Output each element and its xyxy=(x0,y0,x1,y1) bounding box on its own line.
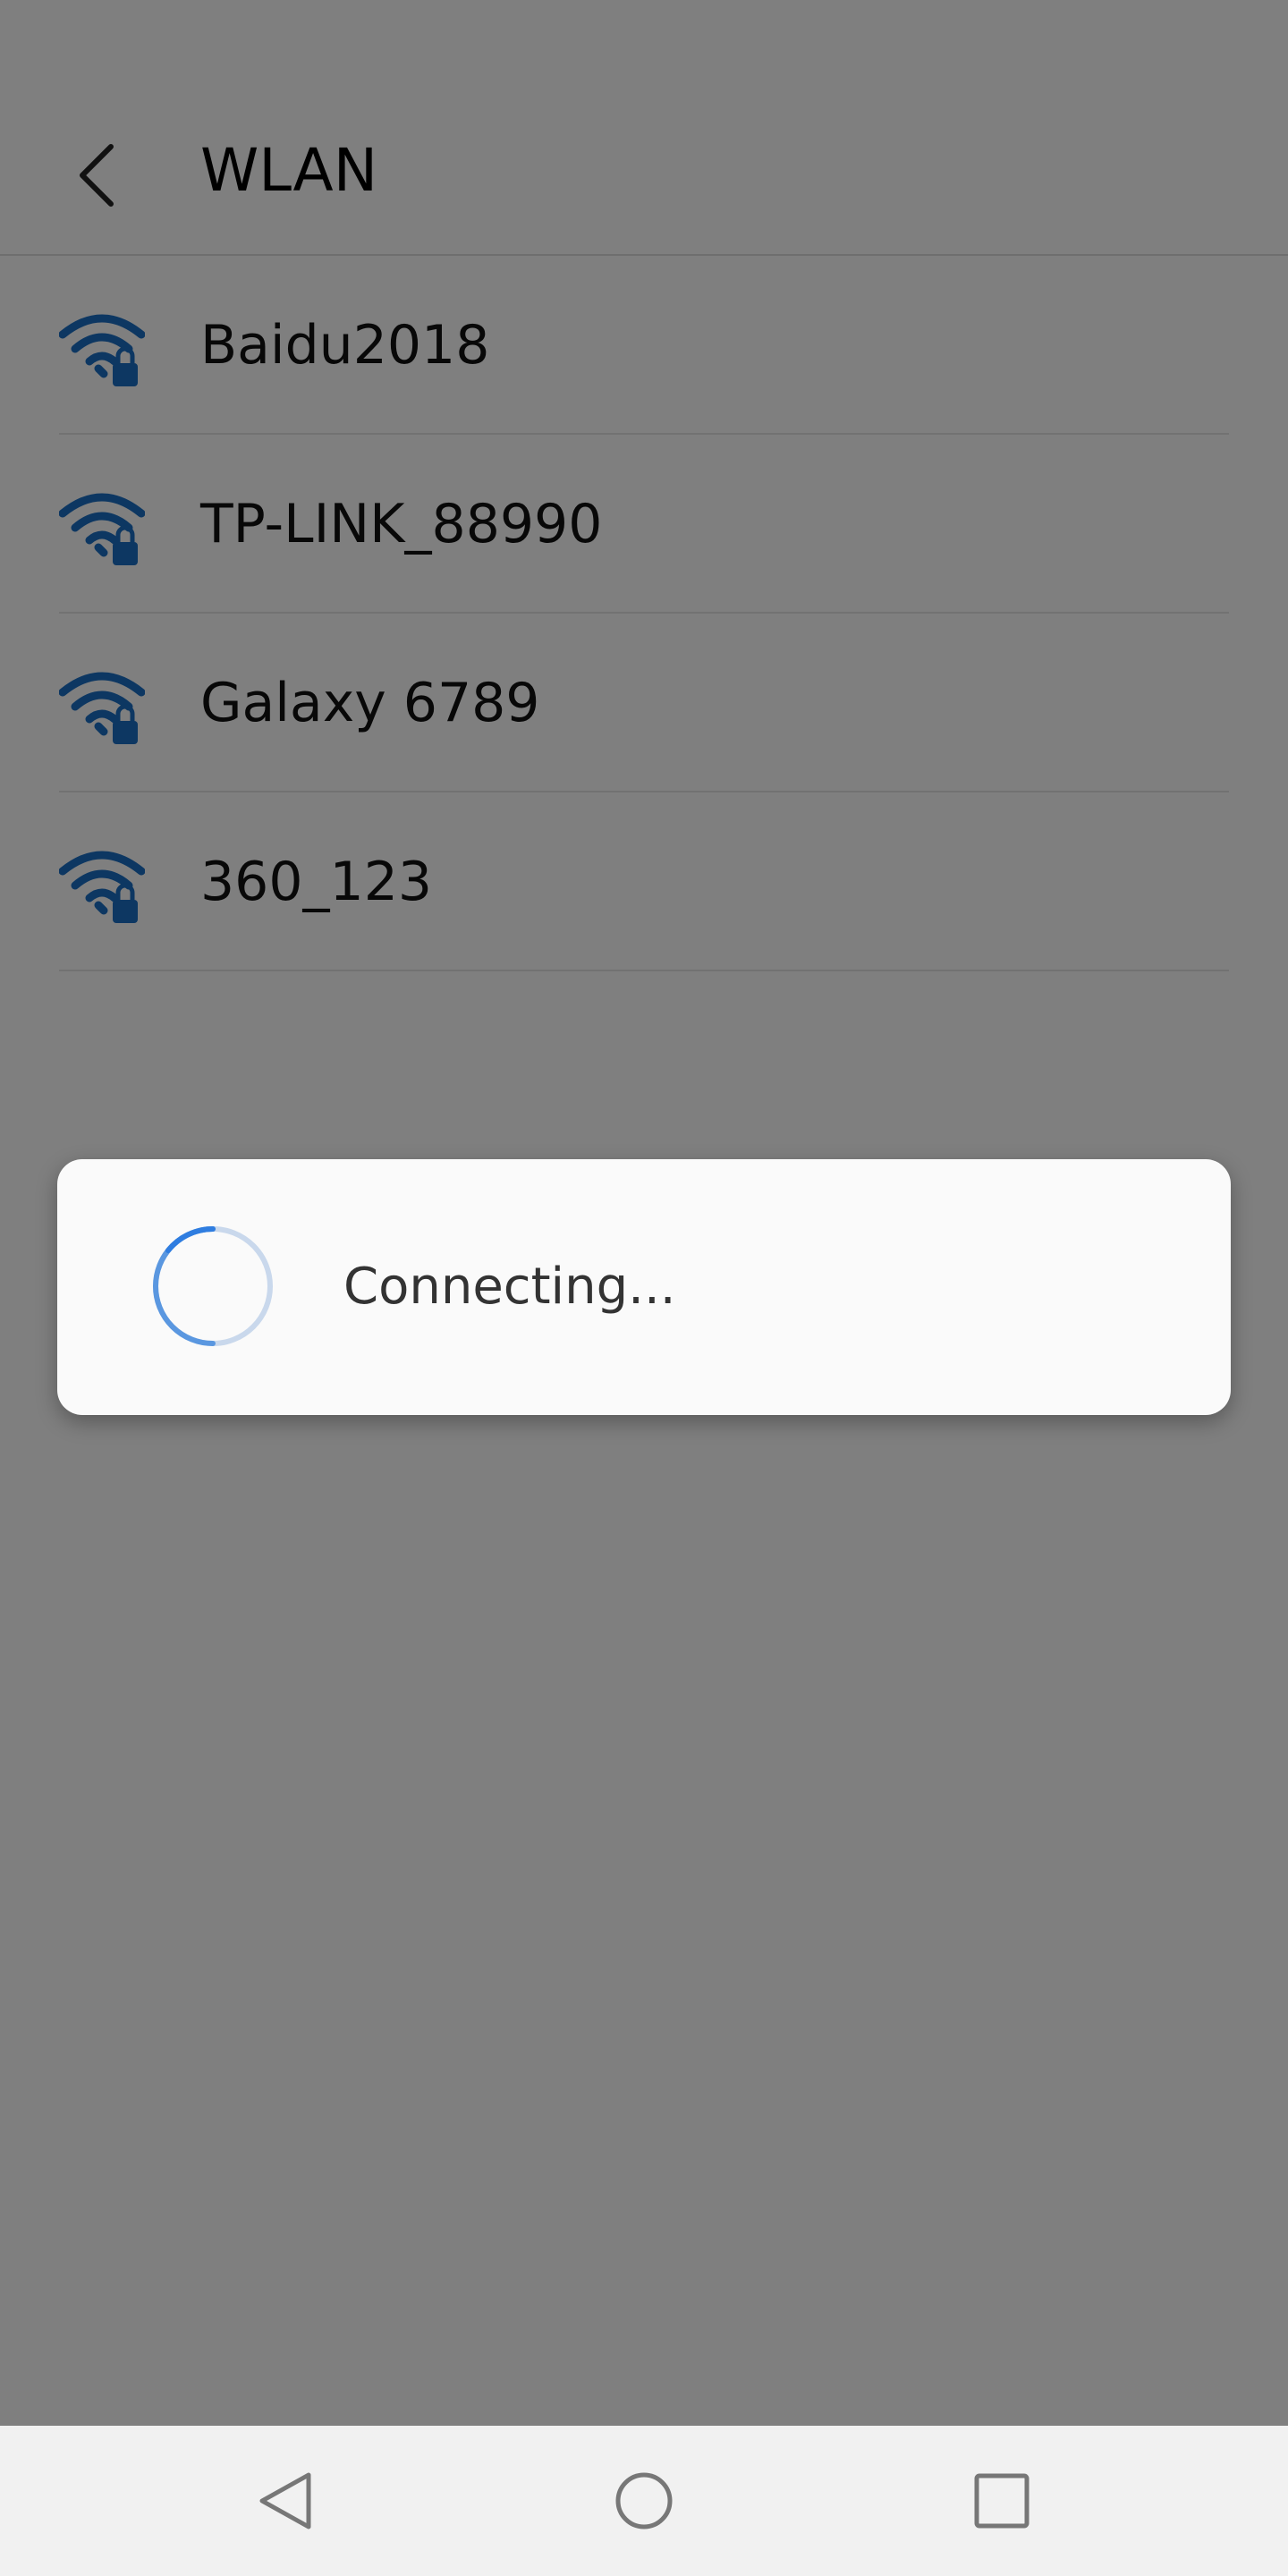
nav-recents-button[interactable] xyxy=(957,2456,1046,2546)
nav-home-icon xyxy=(615,2472,673,2529)
nav-back-button[interactable] xyxy=(242,2456,331,2546)
connecting-dialog: Connecting... xyxy=(57,1159,1231,1415)
loading-spinner-icon xyxy=(152,1225,273,1346)
nav-back-icon xyxy=(259,2472,311,2529)
nav-home-button[interactable] xyxy=(599,2456,689,2546)
nav-recents-icon xyxy=(974,2473,1030,2529)
navigation-bar xyxy=(0,2426,1288,2576)
dialog-message: Connecting... xyxy=(343,1258,676,1316)
screen: 08:45 WLAN Baidu2018 xyxy=(0,0,1288,2576)
